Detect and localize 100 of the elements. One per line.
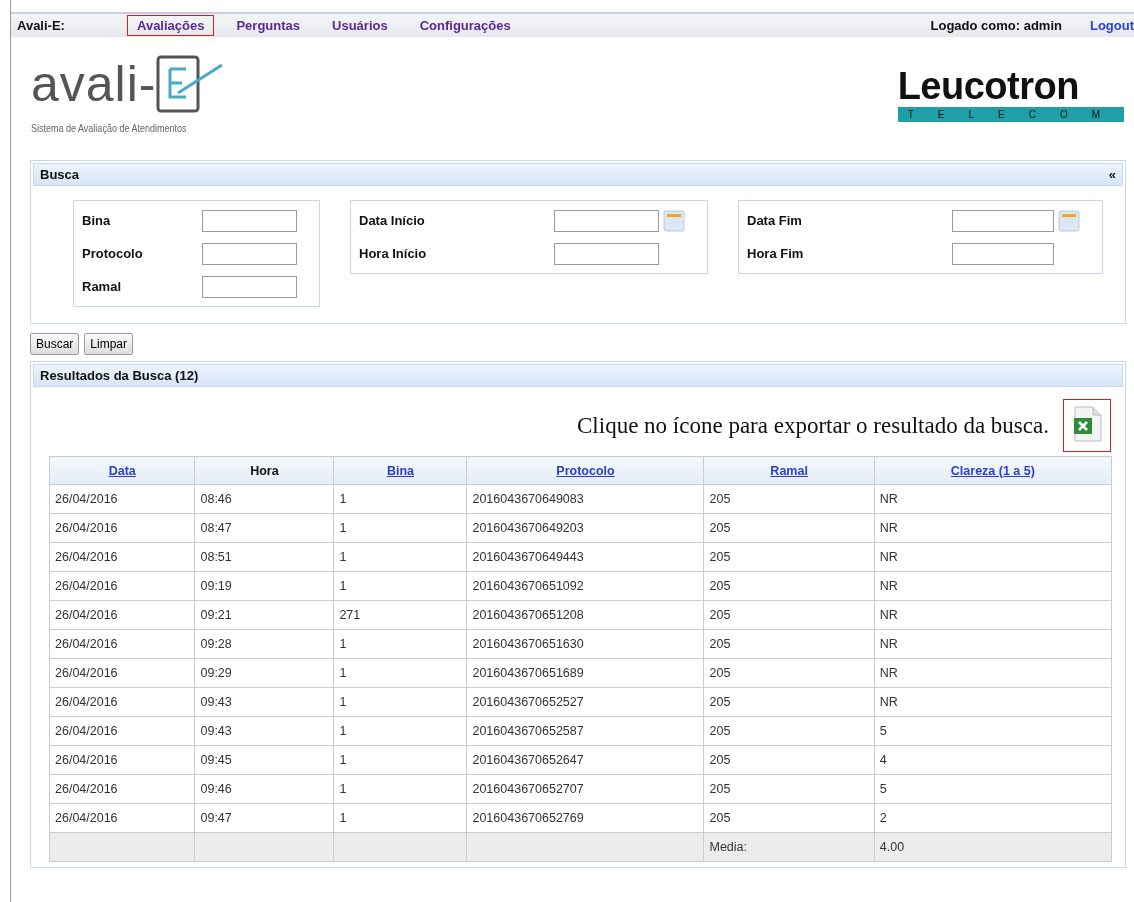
partner-logo-tagline: TELECOM bbox=[897, 107, 1124, 122]
table-cell: 09:19 bbox=[195, 571, 334, 601]
clear-button[interactable]: Limpar bbox=[84, 333, 134, 355]
sort-link[interactable]: Clareza (1 a 5) bbox=[950, 463, 1035, 478]
table-cell: 205 bbox=[704, 513, 875, 543]
table-cell: 09:29 bbox=[195, 658, 334, 688]
input-field[interactable] bbox=[952, 209, 1054, 232]
nav-link[interactable]: Avaliações bbox=[127, 15, 215, 36]
table-cell: 2016043670652647 bbox=[466, 745, 704, 775]
table-cell: NR bbox=[874, 484, 1112, 514]
app-name: Avali-E: bbox=[17, 18, 66, 33]
table-cell: 1 bbox=[333, 658, 467, 688]
field-label: Ramal bbox=[82, 278, 123, 296]
input-field[interactable] bbox=[554, 209, 659, 232]
table-cell: 5 bbox=[874, 774, 1112, 804]
table-cell: 2016043670649083 bbox=[466, 484, 704, 514]
table-cell: NR bbox=[874, 600, 1112, 630]
table-cell: 205 bbox=[704, 745, 875, 775]
table-cell: 1 bbox=[333, 716, 467, 746]
field-label: Data Início bbox=[359, 212, 426, 230]
table-cell: 205 bbox=[704, 600, 875, 630]
table-cell: NR bbox=[874, 687, 1112, 717]
table-cell: 26/04/2016 bbox=[49, 629, 195, 659]
table-cell: 2 bbox=[874, 803, 1112, 833]
table-cell: 1 bbox=[333, 745, 467, 775]
table-cell: 2016043670652707 bbox=[466, 774, 704, 804]
table-cell: 205 bbox=[704, 629, 875, 659]
logout-link[interactable]: Logout bbox=[1089, 18, 1134, 33]
table-cell: 09:45 bbox=[195, 745, 334, 775]
footer-value: 4.00 bbox=[874, 832, 1112, 862]
table-cell: 26/04/2016 bbox=[49, 513, 195, 543]
nav-link[interactable]: Configurações bbox=[409, 15, 521, 36]
table-cell: 2016043670652527 bbox=[466, 687, 704, 717]
table-cell: NR bbox=[874, 542, 1112, 572]
table-cell: 26/04/2016 bbox=[49, 774, 195, 804]
input-field[interactable] bbox=[202, 242, 297, 265]
table-cell: 09:43 bbox=[195, 687, 334, 717]
table-cell: 205 bbox=[704, 716, 875, 746]
panel-title: Resultados da Busca (12) bbox=[40, 368, 199, 383]
logo-wordmark: avali- bbox=[31, 58, 157, 110]
logged-in-user: Logado como: admin bbox=[930, 18, 1062, 33]
table-cell: NR bbox=[874, 629, 1112, 659]
sort-link[interactable]: Protocolo bbox=[556, 463, 615, 478]
table-cell: 26/04/2016 bbox=[49, 803, 195, 833]
table-cell: 2016043670649203 bbox=[466, 513, 704, 543]
input-field[interactable] bbox=[202, 209, 297, 232]
table-cell: 26/04/2016 bbox=[49, 484, 195, 514]
sort-link[interactable]: Data bbox=[108, 463, 136, 478]
table-cell: 26/04/2016 bbox=[49, 716, 195, 746]
search-button[interactable]: Buscar bbox=[30, 333, 80, 355]
export-hint: Clique no ícone para exportar o resultado da busca. bbox=[577, 412, 1049, 439]
calendar-icon[interactable] bbox=[663, 209, 685, 232]
input-field[interactable] bbox=[952, 242, 1054, 265]
table-cell: 2016043670651689 bbox=[466, 658, 704, 688]
table-cell: 205 bbox=[704, 571, 875, 601]
table-cell: 26/04/2016 bbox=[49, 600, 195, 630]
table-cell: 1 bbox=[333, 484, 467, 514]
table-cell: 26/04/2016 bbox=[49, 658, 195, 688]
table-cell: 26/04/2016 bbox=[49, 687, 195, 717]
table-cell: 1 bbox=[333, 513, 467, 543]
table-cell: 205 bbox=[704, 803, 875, 833]
table-cell: 205 bbox=[704, 687, 875, 717]
collapse-toggle[interactable]: « bbox=[1108, 167, 1116, 182]
panel-title: Busca bbox=[40, 167, 80, 182]
column-header: Hora bbox=[195, 456, 334, 485]
table-cell: 205 bbox=[704, 484, 875, 514]
input-field[interactable] bbox=[202, 275, 297, 298]
table-cell: 09:28 bbox=[195, 629, 334, 659]
table-cell: 2016043670651208 bbox=[466, 600, 704, 630]
sort-link[interactable]: Ramal bbox=[770, 463, 808, 478]
logo-subtitle: Sistema de Avaliação de Atendimentos bbox=[31, 122, 188, 134]
calendar-icon[interactable] bbox=[1058, 209, 1080, 232]
table-cell: NR bbox=[874, 571, 1112, 601]
table-cell: 1 bbox=[333, 571, 467, 601]
table-cell: 2016043670651092 bbox=[466, 571, 704, 601]
table-cell: NR bbox=[874, 658, 1112, 688]
sort-link[interactable]: Bina bbox=[386, 463, 414, 478]
table-cell: 26/04/2016 bbox=[49, 745, 195, 775]
nav-link[interactable]: Perguntas bbox=[226, 15, 311, 36]
table-cell: 1 bbox=[333, 774, 467, 804]
table-cell: 2016043670652587 bbox=[466, 716, 704, 746]
table-cell: 205 bbox=[704, 542, 875, 572]
table-cell: 205 bbox=[704, 658, 875, 688]
nav-link[interactable]: Usuários bbox=[322, 15, 398, 36]
spreadsheet-icon[interactable] bbox=[1072, 406, 1102, 442]
footer-label: Media: bbox=[704, 832, 875, 862]
field-label: Data Fim bbox=[747, 212, 803, 230]
table-cell: 1 bbox=[333, 542, 467, 572]
table-cell: 271 bbox=[333, 600, 467, 630]
field-label: Protocolo bbox=[82, 245, 144, 263]
table-cell: 26/04/2016 bbox=[49, 542, 195, 572]
table-cell: NR bbox=[874, 513, 1112, 543]
input-field[interactable] bbox=[554, 242, 659, 265]
field-label: Hora Fim bbox=[747, 245, 805, 263]
table-cell: 08:47 bbox=[195, 513, 334, 543]
field-label: Bina bbox=[82, 212, 112, 230]
table-cell: 5 bbox=[874, 716, 1112, 746]
table-cell: 26/04/2016 bbox=[49, 571, 195, 601]
table-cell: 2016043670651630 bbox=[466, 629, 704, 659]
table-cell: 205 bbox=[704, 774, 875, 804]
